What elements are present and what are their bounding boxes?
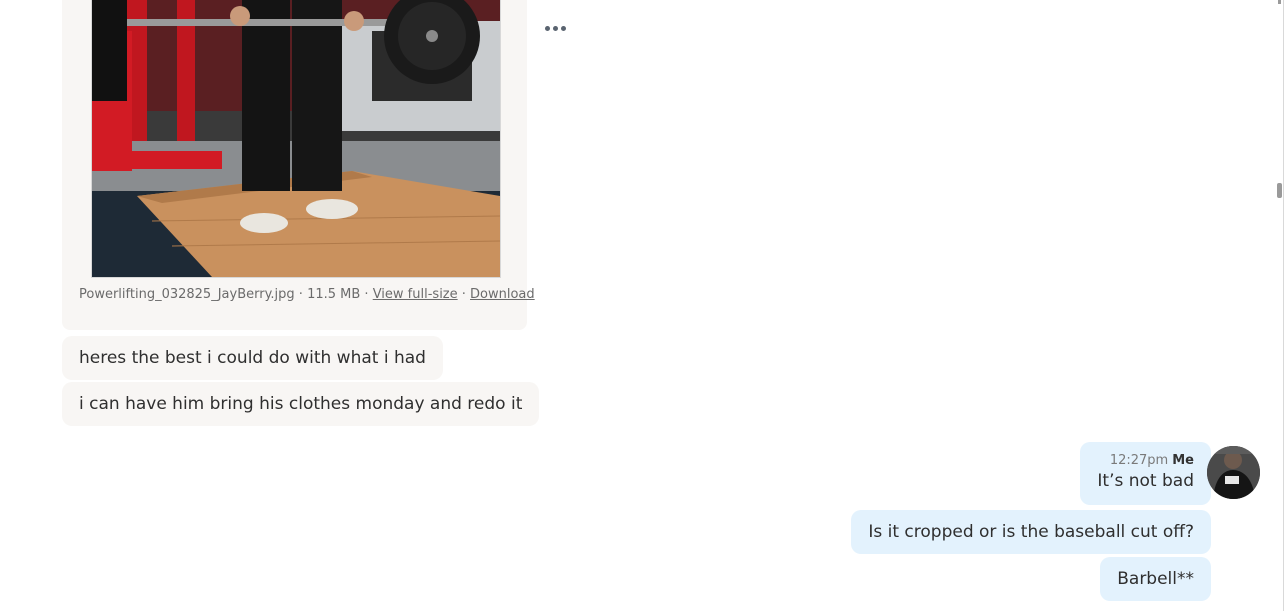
scrollbar-track bbox=[1283, 0, 1284, 611]
meta-separator: · bbox=[360, 287, 373, 302]
scrollbar[interactable] bbox=[1275, 0, 1287, 611]
incoming-attachment-message: Powerlifting_032825_JayBerry.jpg · 11.5 … bbox=[62, 0, 535, 330]
message-timestamp: 12:27pm bbox=[1109, 453, 1169, 468]
more-options-icon[interactable] bbox=[540, 18, 570, 38]
scrollbar-thumb[interactable] bbox=[1277, 183, 1282, 198]
meta-separator: · bbox=[294, 287, 308, 302]
message-sender: Me bbox=[1172, 453, 1194, 468]
outgoing-message: 12:27pm Me It’s not bad bbox=[1080, 442, 1211, 505]
message-text: It’s not bad bbox=[1097, 471, 1194, 491]
dot bbox=[552, 25, 558, 31]
scroll-up-mark[interactable] bbox=[1278, 0, 1281, 4]
dot bbox=[544, 25, 550, 31]
incoming-message: i can have him bring his clothes monday … bbox=[62, 382, 540, 426]
incoming-message: heres the best i could do with what i ha… bbox=[62, 336, 443, 380]
dot bbox=[560, 25, 566, 31]
download-link[interactable]: Download bbox=[470, 287, 535, 302]
chat-thread: Powerlifting_032825_JayBerry.jpg · 11.5 … bbox=[0, 0, 1287, 611]
attachment-file-size: 11.5 MB bbox=[307, 287, 361, 302]
view-full-size-link[interactable]: View full-size bbox=[373, 287, 458, 302]
meta-separator: · bbox=[457, 287, 471, 302]
attachment-meta: Powerlifting_032825_JayBerry.jpg · 11.5 … bbox=[79, 287, 535, 302]
message-header: 12:27pm Me bbox=[1097, 452, 1194, 469]
attachment-file-name: Powerlifting_032825_JayBerry.jpg bbox=[79, 287, 295, 302]
outgoing-message: Is it cropped or is the baseball cut off… bbox=[851, 510, 1211, 554]
user-avatar[interactable] bbox=[1207, 446, 1260, 499]
outgoing-message: Barbell** bbox=[1100, 557, 1211, 601]
attachment-image[interactable] bbox=[91, 0, 501, 278]
